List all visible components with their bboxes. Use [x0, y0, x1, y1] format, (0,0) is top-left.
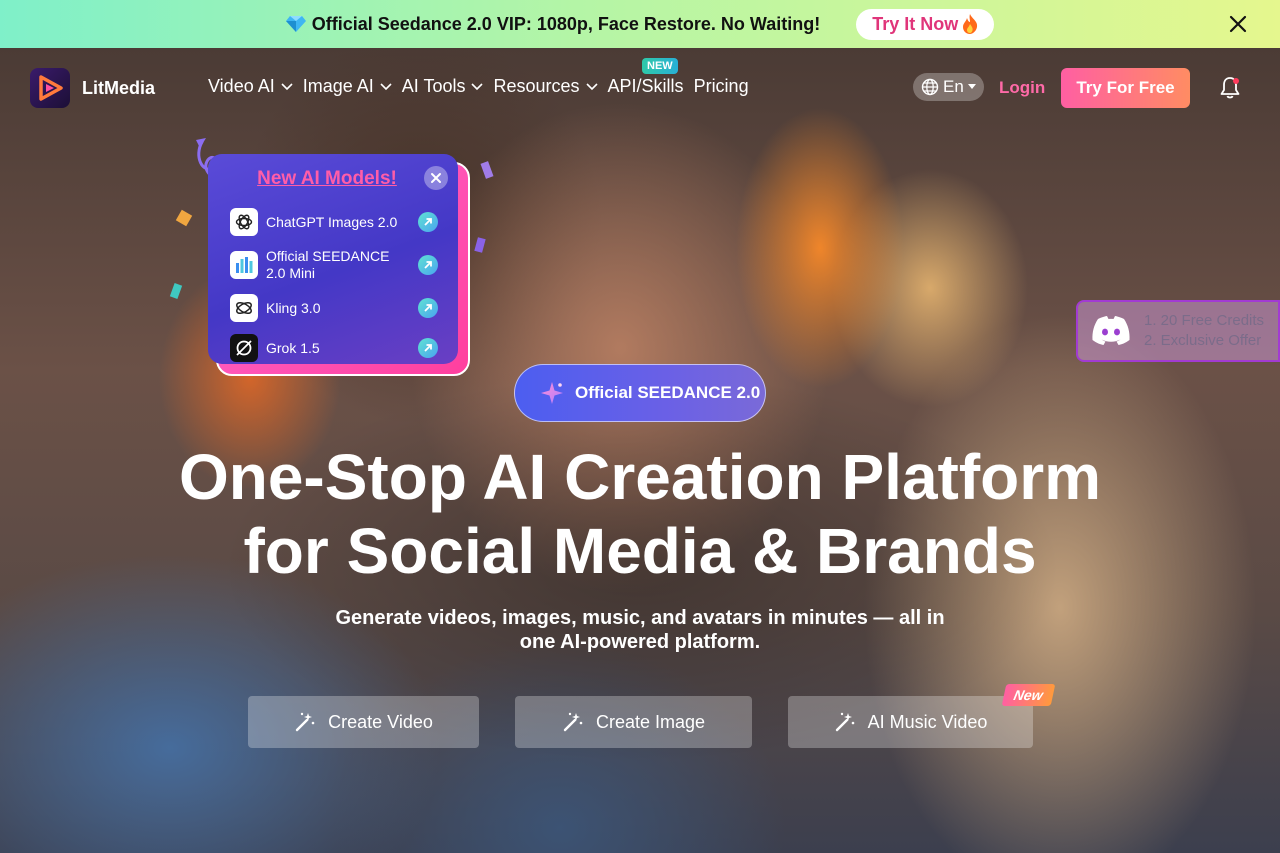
try-it-now-button[interactable]: Try It Now [856, 8, 995, 40]
ai-music-video-label: AI Music Video [867, 711, 988, 732]
discord-icon [1092, 316, 1130, 345]
globe-icon [921, 78, 939, 96]
seedance-pill-button[interactable]: Official SEEDANCE 2.0 [514, 364, 766, 422]
nav-item-resources[interactable]: Resources [493, 76, 598, 97]
brand-name: LitMedia [82, 77, 156, 98]
popup-title[interactable]: New AI Models! [230, 168, 424, 190]
pill-label: Official SEEDANCE 2.0 [575, 383, 761, 402]
arrow-up-right-icon [418, 338, 438, 358]
caret-down-icon [967, 84, 976, 89]
popup-panel: New AI Models! ChatGPT Images 2.0 Offici… [208, 154, 458, 364]
nav-item-label: API/Skills [607, 76, 684, 96]
model-name: Official SEEDANCE 2.0 Mini [266, 248, 390, 281]
chevron-down-icon [380, 82, 392, 90]
language-selector[interactable]: En [913, 73, 984, 101]
model-item-kling[interactable]: Kling 3.0 [230, 294, 438, 322]
chevron-down-icon [585, 82, 598, 90]
nav-item-pricing[interactable]: Pricing [694, 76, 749, 97]
magic-wand-icon [835, 712, 854, 732]
new-models-popup: New AI Models! ChatGPT Images 2.0 Offici… [208, 154, 470, 376]
headline-line: for Social Media & Brands [243, 515, 1037, 587]
nav-item-label: Video AI [208, 76, 275, 96]
arrow-up-right-icon [418, 212, 438, 232]
create-image-label: Create Image [595, 711, 706, 732]
nav-item-label: Pricing [693, 76, 749, 96]
model-item-grok[interactable]: Grok 1.5 [230, 334, 438, 362]
nav-item-label: Image AI [302, 76, 374, 96]
model-name: Grok 1.5 [266, 339, 320, 356]
nav-item-label: Resources [493, 76, 580, 96]
nav-item-video-ai[interactable]: Video AI [208, 76, 293, 97]
discord-offer-card[interactable]: 1. 20 Free Credits 2. Exclusive Offer [1076, 300, 1280, 362]
bell-icon[interactable] [1219, 76, 1241, 100]
nav-item-api-skills[interactable]: API/Skills [608, 76, 684, 97]
model-item-chatgpt-images[interactable]: ChatGPT Images 2.0 [230, 208, 438, 236]
sparkle-icon [541, 382, 563, 404]
discord-offer-text: 1. 20 Free Credits 2. Exclusive Offer [1144, 311, 1264, 352]
discord-offer-line: 1. 20 Free Credits [1144, 311, 1265, 329]
arrow-up-right-icon [418, 298, 438, 318]
promo-message: Official Seedance 2.0 VIP: 1080p, Face R… [285, 13, 821, 35]
model-name: Kling 3.0 [266, 299, 321, 316]
nav-menu: Video AI Image AI AI Tools Resources API… [208, 76, 749, 97]
discord-offer-line: 2. Exclusive Offer [1144, 332, 1262, 349]
diamond-icon [285, 16, 306, 32]
nav-item-image-ai[interactable]: Image AI [303, 76, 392, 97]
grok-icon [230, 334, 258, 362]
ai-music-video-button[interactable]: AI Music Video [788, 696, 1033, 748]
fire-icon [963, 14, 978, 34]
promo-text: Official Seedance 2.0 VIP: 1080p, Face R… [311, 13, 821, 34]
close-icon[interactable] [1228, 14, 1248, 34]
create-video-label: Create Video [328, 711, 433, 732]
new-tag: New [1001, 684, 1056, 706]
model-item-seedance-mini[interactable]: Official SEEDANCE 2.0 Mini [230, 248, 438, 282]
login-link[interactable]: Login [999, 78, 1045, 98]
headline-line: One-Stop AI Creation Platform [178, 441, 1102, 513]
popup-close-button[interactable] [424, 166, 448, 190]
model-name: ChatGPT Images 2.0 [266, 213, 398, 230]
nav-item-label: AI Tools [401, 76, 466, 96]
magic-wand-icon [295, 712, 315, 732]
kling-icon [230, 294, 258, 322]
magic-wand-icon [563, 712, 583, 732]
try-it-now-label: Try It Now [872, 13, 959, 34]
close-icon [431, 173, 441, 183]
chevron-down-icon [471, 82, 484, 90]
create-image-button[interactable]: Create Image [515, 696, 752, 748]
litmedia-logo-icon [30, 68, 70, 108]
new-badge: NEW [642, 58, 678, 74]
nav-item-ai-tools[interactable]: AI Tools [402, 76, 484, 97]
brand-logo[interactable]: LitMedia [30, 68, 155, 108]
language-label: En [943, 77, 964, 96]
hero-subheadline: Generate videos, images, music, and avat… [335, 607, 945, 653]
promo-bar: Official Seedance 2.0 VIP: 1080p, Face R… [0, 0, 1280, 48]
try-for-free-button[interactable]: Try For Free [1061, 68, 1190, 108]
openai-icon [230, 208, 258, 236]
hero-headline: One-Stop AI Creation Platform for Social… [0, 440, 1280, 588]
arrow-up-right-icon [418, 254, 438, 275]
create-video-button[interactable]: Create Video [248, 696, 479, 748]
seedance-icon [230, 250, 258, 279]
chevron-down-icon [281, 82, 293, 90]
